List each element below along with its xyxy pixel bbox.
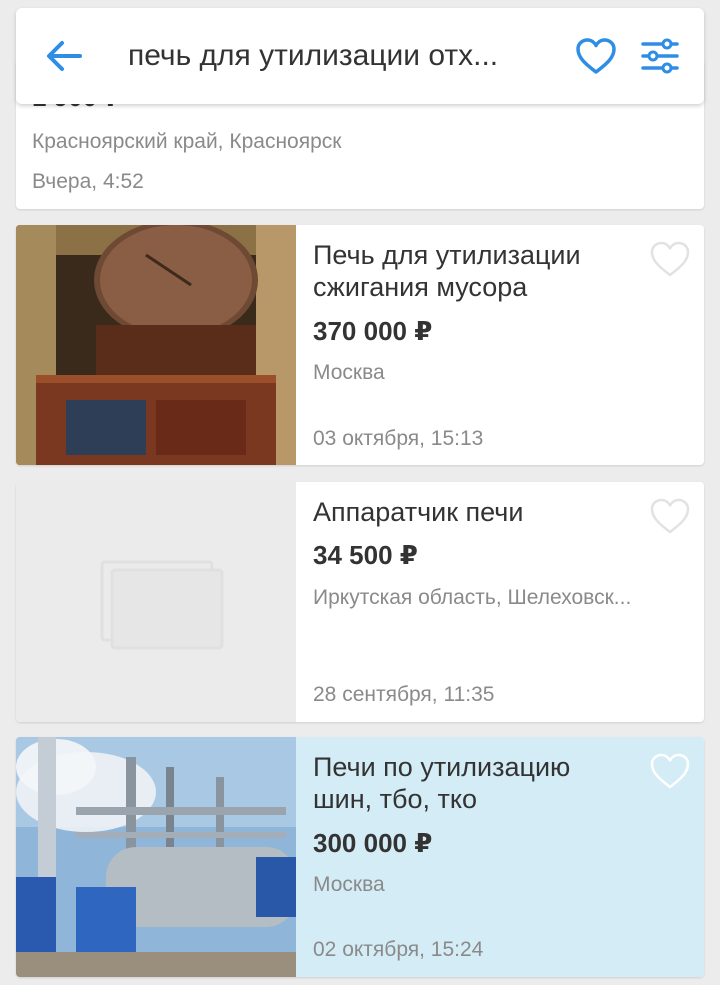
favorite-heart-icon[interactable] — [648, 237, 692, 281]
listing-card-highlighted[interactable]: Печи по утилизацию шин, тбо, тко 300 000… — [16, 737, 704, 977]
listing-date: 28 сентября, 11:35 — [313, 683, 495, 706]
listing-title[interactable]: Аппаратчик печи — [313, 496, 633, 528]
listing-price: 370 000 ₽ — [313, 316, 433, 346]
listing-location: Москва — [313, 873, 385, 896]
photo-placeholder-icon — [100, 560, 224, 650]
search-toolbar: печь для утилизации отх... — [16, 8, 704, 104]
industrial-plant-image — [16, 737, 296, 977]
listing-date: Вчера, 4:52 — [32, 170, 144, 193]
listing-card[interactable]: Печь для утилизации сжигания мусора 370 … — [16, 225, 704, 465]
sliders-icon — [641, 38, 679, 74]
listing-photo[interactable] — [16, 225, 296, 465]
listing-date: 02 октября, 15:24 — [313, 938, 484, 961]
heart-outline-icon — [576, 38, 616, 74]
listing-location: Иркутская область, Шелеховск... — [313, 586, 632, 609]
favorite-heart-icon[interactable] — [648, 749, 692, 793]
listing-price: 34 500 ₽ — [313, 540, 418, 570]
save-search-button[interactable] — [564, 8, 628, 104]
arrow-left-icon — [47, 41, 82, 71]
furnace-photo-image — [16, 225, 296, 465]
listing-location: Красноярский край, Красноярск — [32, 130, 342, 153]
listing-title[interactable]: Печи по утилизацию шин, тбо, тко — [313, 751, 633, 815]
listing-price: 300 000 ₽ — [313, 828, 433, 858]
listing-card[interactable]: Аппаратчик печи 34 500 ₽ Иркутская облас… — [16, 482, 704, 722]
listing-date: 03 октября, 15:13 — [313, 427, 484, 450]
no-photo-placeholder — [16, 482, 296, 722]
filter-button[interactable] — [628, 8, 692, 104]
search-query[interactable]: печь для утилизации отх... — [112, 39, 552, 73]
listing-photo[interactable] — [16, 737, 296, 977]
listing-photo[interactable] — [16, 482, 296, 722]
listing-title[interactable]: Печь для утилизации сжигания мусора — [313, 239, 633, 303]
favorite-heart-icon[interactable] — [648, 494, 692, 538]
back-button[interactable] — [16, 8, 112, 104]
listing-location: Москва — [313, 361, 385, 384]
